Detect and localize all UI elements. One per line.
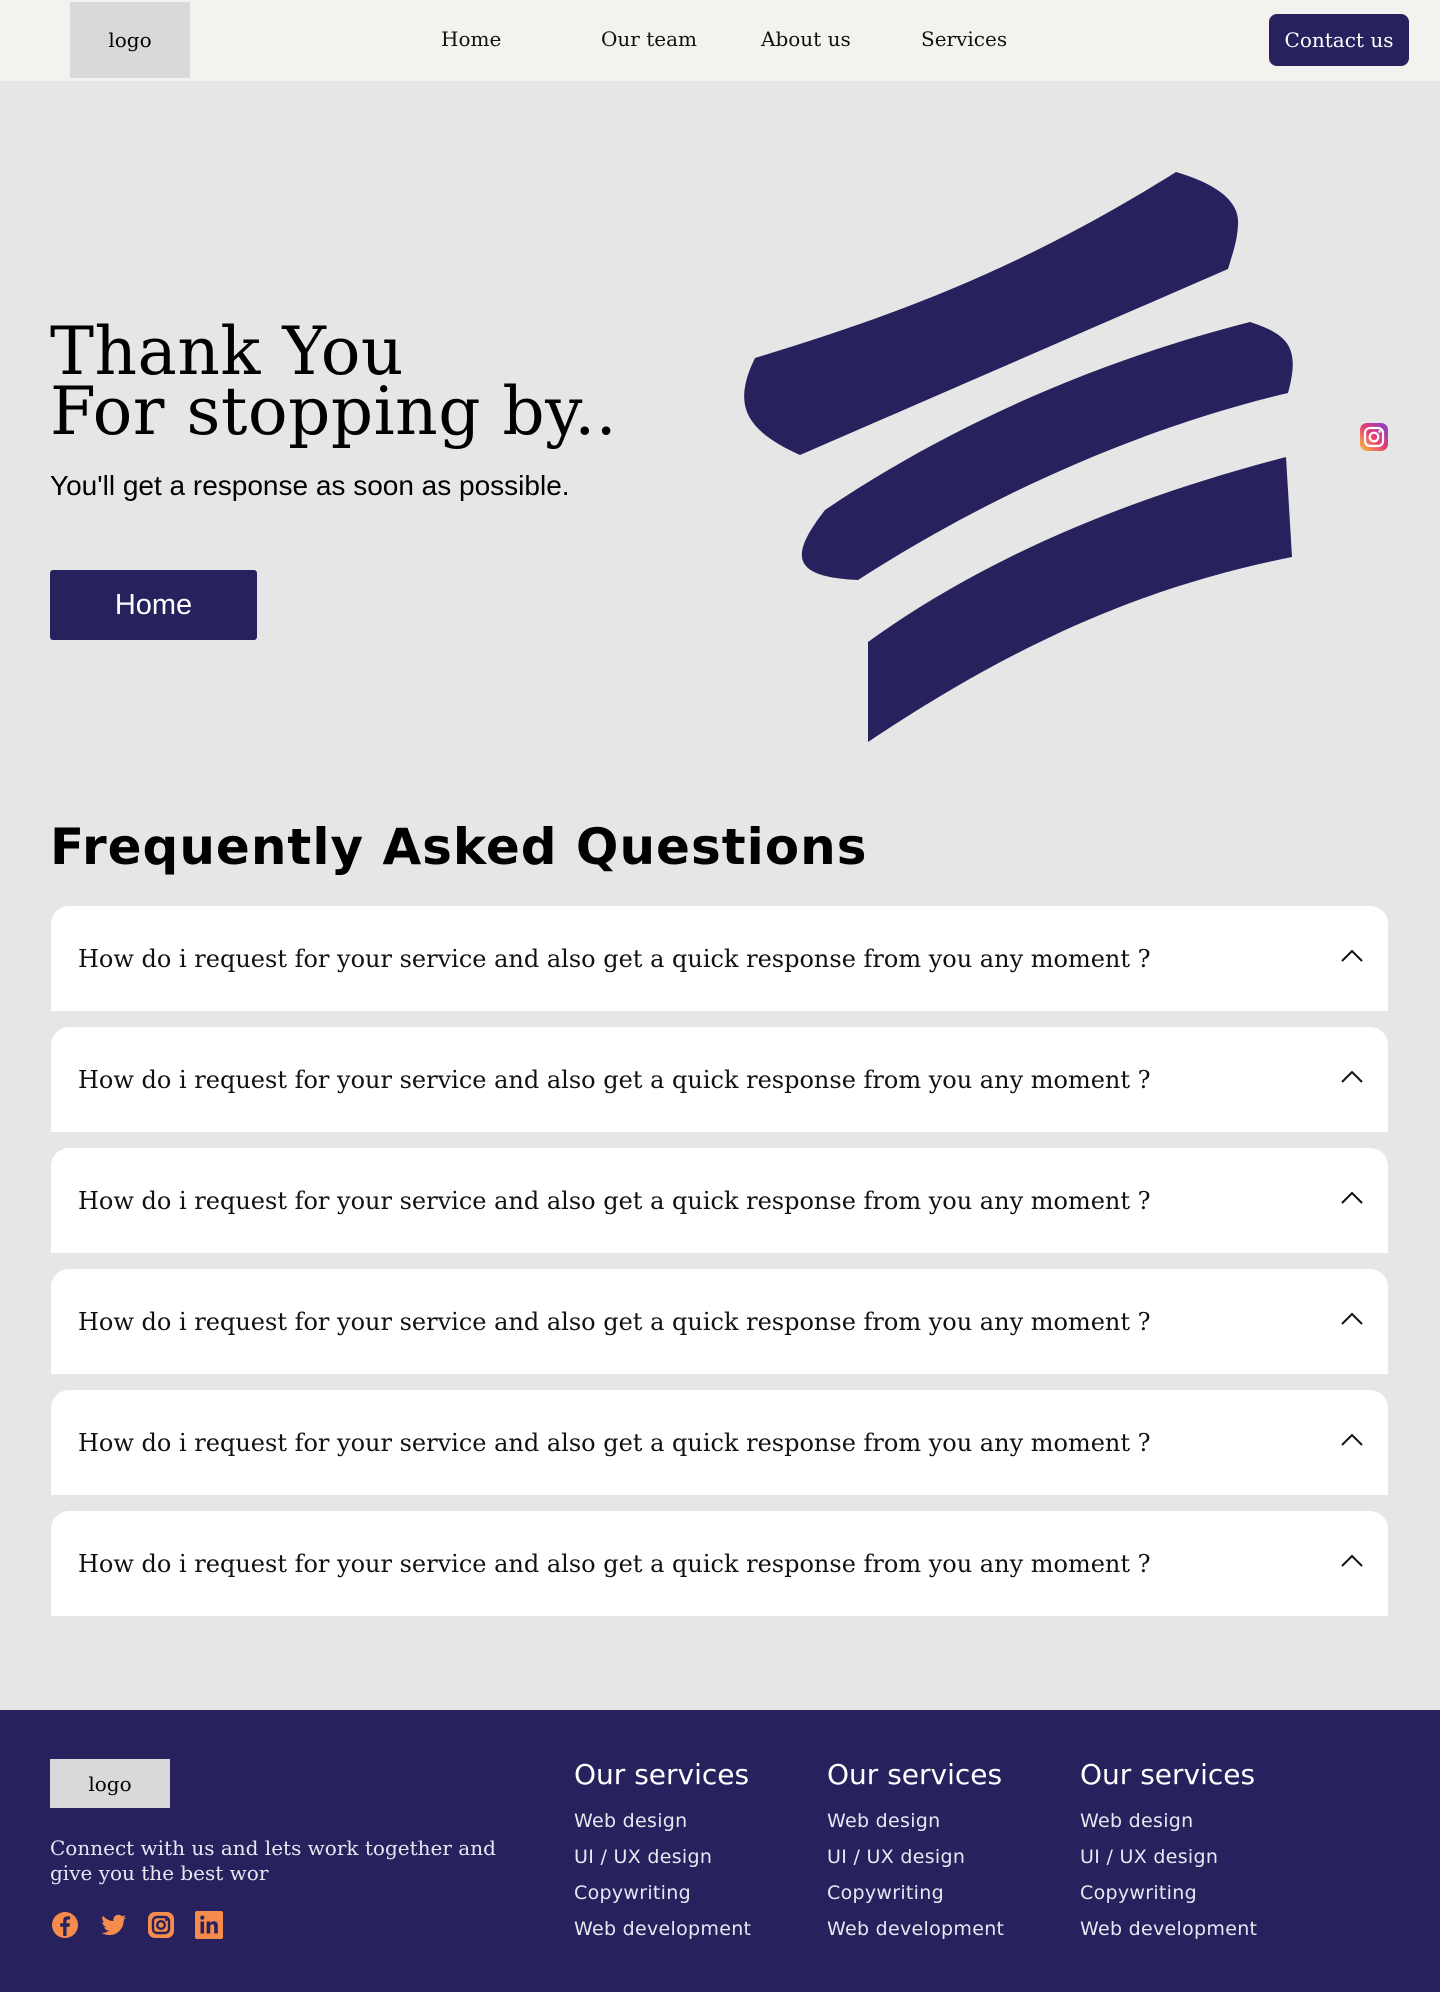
- faq-item[interactable]: How do i request for your service and al…: [51, 1148, 1388, 1253]
- hero-home-button[interactable]: Home: [50, 570, 257, 640]
- footer-link-web-development[interactable]: Web development: [1080, 1911, 1257, 1947]
- footer-column-1: Our services Web design UI / UX design C…: [574, 1758, 751, 1947]
- faq-item[interactable]: How do i request for your service and al…: [51, 906, 1388, 1011]
- footer-tagline: Connect with us and lets work together a…: [50, 1836, 496, 1885]
- nav-link-home[interactable]: Home: [441, 27, 501, 51]
- footer-column-heading: Our services: [827, 1758, 1003, 1791]
- faq-item[interactable]: How do i request for your service and al…: [51, 1511, 1388, 1616]
- instagram-icon[interactable]: [1359, 422, 1389, 452]
- footer: logo Connect with us and lets work toget…: [0, 1710, 1440, 1992]
- nav-link-services[interactable]: Services: [921, 27, 1007, 51]
- footer-column-3: Our services Web design UI / UX design C…: [1080, 1758, 1257, 1947]
- top-nav: logo Home Our team About us Services Con…: [0, 0, 1440, 81]
- footer-column-heading: Our services: [1080, 1758, 1256, 1791]
- facebook-icon[interactable]: [50, 1910, 80, 1940]
- footer-link-web-design[interactable]: Web design: [1080, 1803, 1257, 1839]
- chevron-up-icon[interactable]: [1338, 1188, 1366, 1208]
- footer-link-copywriting[interactable]: Copywriting: [1080, 1875, 1257, 1911]
- footer-link-ui-ux-design[interactable]: UI / UX design: [574, 1839, 751, 1875]
- chevron-up-icon[interactable]: [1338, 1309, 1366, 1329]
- hero-title: Thank You For stopping by..: [50, 319, 617, 445]
- footer-link-web-design[interactable]: Web design: [827, 1803, 1004, 1839]
- footer-link-ui-ux-design[interactable]: UI / UX design: [827, 1839, 1004, 1875]
- faq-question: How do i request for your service and al…: [78, 1549, 1151, 1578]
- nav-link-our-team[interactable]: Our team: [601, 27, 697, 51]
- twitter-icon[interactable]: [98, 1910, 128, 1940]
- hero-stripes-graphic: [744, 172, 1293, 742]
- footer-link-web-development[interactable]: Web development: [574, 1911, 751, 1947]
- chevron-up-icon[interactable]: [1338, 1430, 1366, 1450]
- faq-question: How do i request for your service and al…: [78, 1428, 1151, 1457]
- hero-subtitle: You'll get a response as soon as possibl…: [50, 470, 570, 501]
- faq-item[interactable]: How do i request for your service and al…: [51, 1269, 1388, 1374]
- nav-link-about-us[interactable]: About us: [761, 27, 851, 51]
- faq-question: How do i request for your service and al…: [78, 1065, 1151, 1094]
- faq-item[interactable]: How do i request for your service and al…: [51, 1027, 1388, 1132]
- contact-us-button[interactable]: Contact us: [1269, 14, 1409, 66]
- chevron-up-icon[interactable]: [1338, 1551, 1366, 1571]
- footer-link-web-design[interactable]: Web design: [574, 1803, 751, 1839]
- chevron-up-icon[interactable]: [1338, 946, 1366, 966]
- nav-logo[interactable]: logo: [70, 2, 190, 78]
- hero-title-line-2: For stopping by..: [50, 373, 618, 450]
- faq-list: How do i request for your service and al…: [51, 906, 1388, 1632]
- faq-item[interactable]: How do i request for your service and al…: [51, 1390, 1388, 1495]
- footer-link-ui-ux-design[interactable]: UI / UX design: [1080, 1839, 1257, 1875]
- footer-social-links: [50, 1910, 224, 1940]
- chevron-up-icon[interactable]: [1338, 1067, 1366, 1087]
- footer-column-2: Our services Web design UI / UX design C…: [827, 1758, 1004, 1947]
- faq-question: How do i request for your service and al…: [78, 1307, 1151, 1336]
- footer-logo[interactable]: logo: [50, 1759, 170, 1808]
- footer-column-heading: Our services: [574, 1758, 750, 1791]
- footer-link-web-development[interactable]: Web development: [827, 1911, 1004, 1947]
- footer-link-copywriting[interactable]: Copywriting: [827, 1875, 1004, 1911]
- faq-question: How do i request for your service and al…: [78, 1186, 1151, 1215]
- linkedin-icon[interactable]: [194, 1910, 224, 1940]
- faq-question: How do i request for your service and al…: [78, 944, 1151, 973]
- footer-link-copywriting[interactable]: Copywriting: [574, 1875, 751, 1911]
- instagram-outline-icon[interactable]: [146, 1910, 176, 1940]
- faq-title: Frequently Asked Questions: [50, 818, 868, 876]
